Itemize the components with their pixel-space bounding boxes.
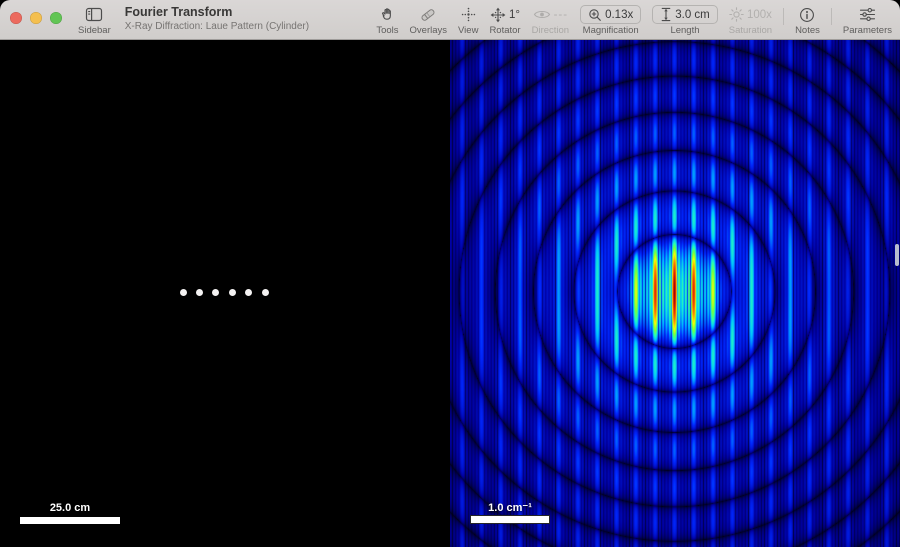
diffraction-canvas[interactable] — [450, 40, 900, 547]
left-scale-bar — [20, 517, 120, 524]
right-scale-bar — [470, 515, 550, 524]
window-title: Fourier Transform — [125, 6, 309, 19]
magnifier-icon — [588, 8, 602, 22]
magnification-value: 0.13x — [605, 9, 633, 21]
direction-control: --- Direction — [532, 5, 570, 36]
aperture-dot — [212, 289, 219, 296]
zoom-button[interactable] — [50, 12, 62, 24]
toolbar-item-label: Overlays — [410, 25, 447, 36]
sun-icon — [729, 7, 744, 22]
toolbar-item-label: Saturation — [729, 25, 772, 36]
traffic-lights — [10, 1, 62, 35]
magnification-chip[interactable]: 0.13x — [580, 5, 641, 24]
info-icon — [799, 7, 815, 23]
aperture-dot — [262, 289, 269, 296]
window-title-block: Fourier Transform X-Ray Diffraction: Lau… — [125, 6, 309, 32]
dotted-crosshair-icon — [461, 7, 476, 22]
left-scale-label: 25.0 cm — [20, 502, 120, 514]
parameters-button[interactable]: Parameters — [843, 5, 892, 36]
toolbar-item-label: Length — [670, 25, 699, 36]
titlebar: Sidebar Fourier Transform X-Ray Diffract… — [0, 0, 900, 40]
toolbar-item-label: Direction — [532, 25, 570, 36]
eye-icon — [533, 8, 551, 21]
toolbar-separator — [831, 8, 832, 25]
hand-tool-icon — [379, 6, 395, 23]
minimize-button[interactable] — [30, 12, 42, 24]
length-arrow-icon — [660, 7, 672, 22]
close-button[interactable] — [10, 12, 22, 24]
eraser-icon — [419, 7, 437, 23]
sidebar-toggle-button[interactable]: Sidebar — [78, 5, 111, 36]
rotator-value: 1° — [509, 9, 520, 21]
toolbar: Tools Overlays — [376, 0, 892, 36]
toolbar-item-label: Parameters — [843, 25, 892, 36]
move-arrows-icon — [490, 7, 506, 23]
window-subtitle: X-Ray Diffraction: Laue Pattern (Cylinde… — [125, 21, 309, 32]
saturation-control: 100x Saturation — [729, 5, 772, 36]
sliders-icon — [859, 7, 876, 22]
overlays-button[interactable]: Overlays — [410, 5, 447, 36]
toolbar-item-label: Notes — [795, 25, 820, 36]
real-space-view[interactable]: 25.0 cm — [0, 40, 450, 547]
length-value: 3.0 cm — [675, 9, 710, 21]
toolbar-separator — [783, 8, 784, 25]
tools-button[interactable]: Tools — [376, 5, 398, 36]
toolbar-item-label: Tools — [376, 25, 398, 36]
toolbar-item-label: Rotator — [489, 25, 520, 36]
right-scale-label: 1.0 cm⁻¹ — [450, 501, 570, 514]
aperture-dot — [196, 289, 203, 296]
diffraction-view[interactable]: 1.0 cm⁻¹ — [450, 40, 900, 547]
app-window: Sidebar Fourier Transform X-Ray Diffract… — [0, 0, 900, 547]
aperture-dot — [180, 289, 187, 296]
toolbar-item-label: Magnification — [583, 25, 639, 36]
aperture-dot — [245, 289, 252, 296]
saturation-value: 100x — [747, 9, 772, 21]
length-control[interactable]: 3.0 cm Length — [652, 5, 718, 36]
sidebar-button-label: Sidebar — [78, 25, 111, 36]
sidebar-icon — [85, 7, 103, 22]
notes-button[interactable]: Notes — [795, 5, 820, 36]
view-button[interactable]: View — [458, 5, 478, 36]
content-area: 25.0 cm 1.0 cm⁻¹ — [0, 40, 900, 547]
aperture-dot — [229, 289, 236, 296]
magnification-control[interactable]: 0.13x Magnification — [580, 5, 641, 36]
toolbar-item-label: View — [458, 25, 478, 36]
vertical-scrollbar-thumb[interactable] — [895, 244, 899, 266]
direction-value: --- — [554, 9, 569, 21]
length-chip[interactable]: 3.0 cm — [652, 5, 718, 24]
rotator-control[interactable]: 1° Rotator — [489, 5, 520, 36]
